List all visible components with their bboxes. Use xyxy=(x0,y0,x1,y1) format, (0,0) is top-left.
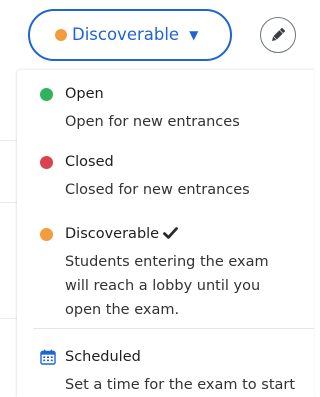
menu-divider xyxy=(33,328,314,329)
caret-down-icon: ▼ xyxy=(189,28,199,42)
menu-item-closed[interactable]: Closed Closed for new entrances xyxy=(17,150,314,206)
menu-item-description: Open for new entrances xyxy=(65,114,240,130)
menu-item-open[interactable]: Open Open for new entrances xyxy=(17,82,314,138)
menu-item-discoverable[interactable]: Discoverable Students entering the exam … xyxy=(17,222,314,326)
menu-item-title: Discoverable xyxy=(65,226,160,242)
edit-button[interactable] xyxy=(260,17,296,53)
status-dropdown-button[interactable]: Discoverable ▼ xyxy=(28,9,232,61)
calendar-icon xyxy=(40,349,56,365)
menu-item-title: Closed xyxy=(65,154,114,170)
menu-item-description: Closed for new entrances xyxy=(65,182,250,198)
page: Discoverable ▼ Open Open for new entranc… xyxy=(0,0,314,397)
status-dot xyxy=(40,88,53,101)
pencil-icon xyxy=(272,27,286,41)
status-dot xyxy=(40,156,53,169)
status-dot xyxy=(40,228,53,241)
menu-item-description: Students entering the exam will reach a … xyxy=(65,254,269,318)
menu-item-description: Set a time for the exam to start xyxy=(65,377,296,393)
checkmark-icon xyxy=(163,227,179,239)
menu-item-title: Open xyxy=(65,86,104,102)
menu-item-scheduled[interactable]: Scheduled Set a time for the exam to sta… xyxy=(17,345,314,397)
menu-item-title: Scheduled xyxy=(65,349,141,365)
status-dot xyxy=(55,29,67,41)
status-dropdown-menu: Open Open for new entrances Closed Close… xyxy=(17,70,314,397)
status-label: Discoverable xyxy=(72,24,180,44)
menu-item-title-row: Discoverable xyxy=(65,222,179,246)
